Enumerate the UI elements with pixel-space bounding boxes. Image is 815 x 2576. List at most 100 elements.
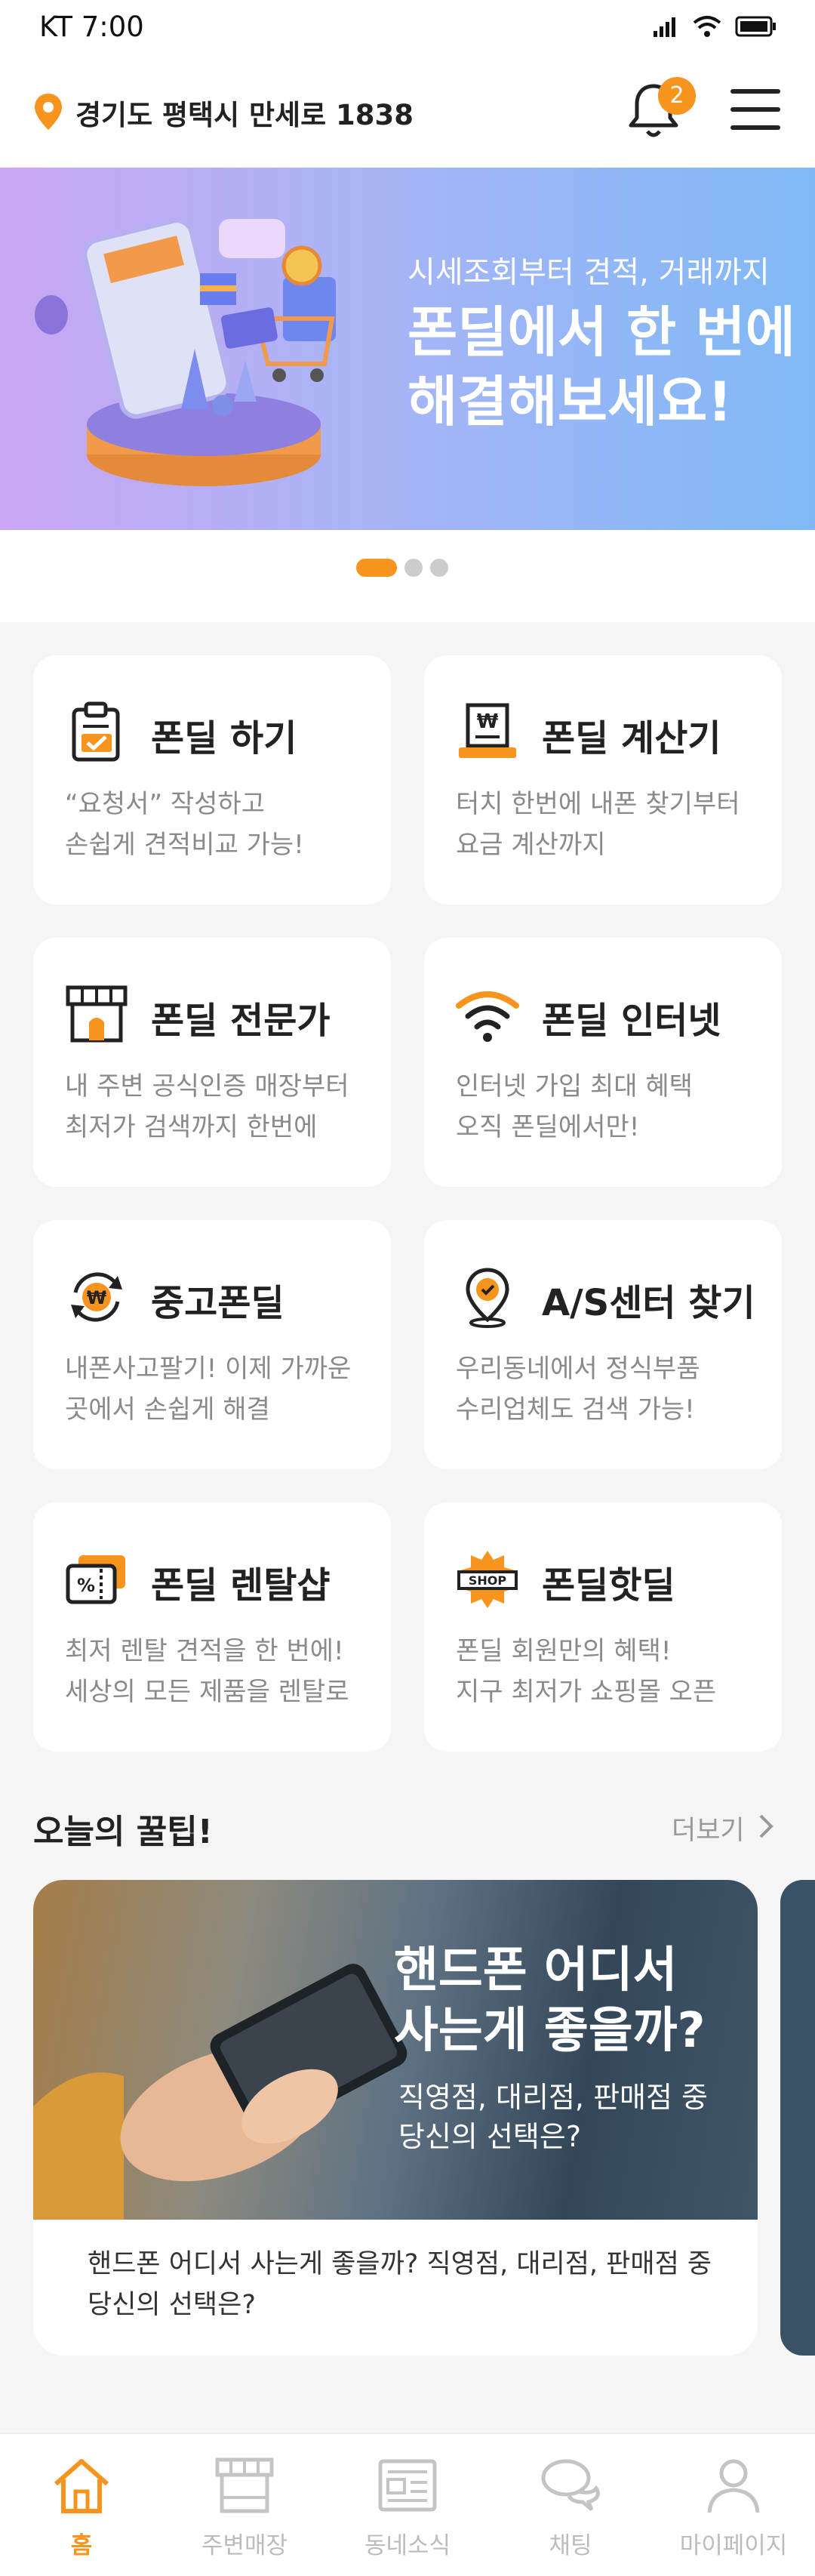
service-card-hotdeal[interactable]: SHOP 폰딜핫딜 폰딜 회원만의 혜택! 지구 최저가 쇼핑몰 오픈 bbox=[424, 1502, 782, 1752]
bottom-navigation: 홈 주변매장 동네소식 채팅 마이페이지 bbox=[0, 2433, 815, 2576]
service-desc-line1: 인터넷 가입 최대 혜택 bbox=[456, 1071, 693, 1102]
tip-image-subtitle: 직영점, 대리점, 판매점 중 당신의 선택은? bbox=[398, 2078, 708, 2156]
home-icon bbox=[54, 2459, 109, 2513]
won-exchange-icon: ₩ bbox=[71, 1272, 122, 1322]
shop-badge-text: SHOP bbox=[469, 1573, 507, 1588]
tips-section-title: 오늘의 꿀팁! bbox=[33, 1813, 213, 1851]
service-desc-line2: 오직 폰딜에서만! bbox=[456, 1112, 640, 1142]
service-title: 폰딜 하기 bbox=[151, 717, 297, 760]
service-card-pondeal[interactable]: 폰딜 하기 “요청서” 작성하고 손쉽게 견적비교 가능! bbox=[33, 655, 391, 904]
service-desc-line1: 폰딜 회원만의 혜택! bbox=[456, 1636, 672, 1666]
promo-banner[interactable]: 시세조회부터 견적, 거래까지 폰딜에서 한 번에 해결해보세요! bbox=[0, 168, 815, 530]
service-title: 중고폰딜 bbox=[151, 1282, 284, 1324]
battery-icon bbox=[735, 16, 776, 37]
service-desc-line1: 내폰사고팔기! 이제 가까운 bbox=[65, 1354, 352, 1384]
chat-icon bbox=[541, 2459, 600, 2511]
carousel-dot-3[interactable] bbox=[430, 559, 448, 577]
nav-chat[interactable]: 채팅 bbox=[489, 2434, 652, 2576]
service-desc-line2: 최저가 검색까지 한번에 bbox=[65, 1112, 318, 1142]
service-card-calculator[interactable]: ₩ 폰딜 계산기 터치 한번에 내폰 찾기부터 요금 계산까지 bbox=[424, 655, 782, 904]
svg-text:%: % bbox=[77, 1575, 95, 1596]
carousel-dot-2[interactable] bbox=[404, 559, 423, 577]
nav-label: 주변매장 bbox=[201, 2532, 288, 2559]
wifi-icon bbox=[456, 991, 519, 1042]
location-pin-icon bbox=[35, 94, 62, 130]
nav-home[interactable]: 홈 bbox=[0, 2434, 163, 2576]
tip-image-sub-line1: 직영점, 대리점, 판매점 중 bbox=[398, 2081, 708, 2114]
status-icons bbox=[654, 15, 777, 38]
newspaper-icon bbox=[378, 2459, 437, 2512]
carrier-time: KT 7:00 bbox=[39, 11, 144, 43]
status-bar: KT 7:00 bbox=[0, 0, 815, 57]
banner-subtitle: 시세조회부터 견적, 거래까지 bbox=[408, 255, 770, 290]
service-desc-line1: “요청서” 작성하고 bbox=[65, 789, 265, 819]
nav-nearby-stores[interactable]: 주변매장 bbox=[163, 2434, 326, 2576]
signal-icon bbox=[654, 17, 675, 37]
store-icon bbox=[215, 2457, 274, 2513]
service-card-used-phone[interactable]: ₩ 중고폰딜 내폰사고팔기! 이제 가까운 곳에서 손쉽게 해결 bbox=[33, 1220, 391, 1469]
hamburger-menu-icon[interactable] bbox=[729, 86, 782, 133]
service-description: 내폰사고팔기! 이제 가까운 곳에서 손쉽게 해결 bbox=[65, 1348, 351, 1430]
tip-image-title-line1: 핸드폰 어디서 bbox=[394, 1943, 678, 1998]
wifi-status-icon bbox=[693, 16, 721, 37]
carousel-indicator-area bbox=[0, 530, 815, 622]
service-title: A/S센터 찾기 bbox=[542, 1282, 755, 1324]
service-desc-line2: 요금 계산까지 bbox=[456, 830, 606, 860]
service-desc-line2: 수리업체도 검색 가능! bbox=[456, 1394, 695, 1425]
service-card-rental[interactable]: % 폰딜 렌탈샵 최저 렌탈 견적을 한 번에! 세상의 모든 제품을 렌탈로 bbox=[33, 1502, 391, 1752]
receipt-icon: ₩ bbox=[459, 703, 516, 758]
banner-title: 폰딜에서 한 번에 해결해보세요! bbox=[408, 297, 795, 436]
service-description: 최저 렌탈 견적을 한 번에! 세상의 모든 제품을 렌탈로 bbox=[65, 1631, 349, 1712]
tip-image-title: 핸드폰 어디서 사는게 좋을까? bbox=[394, 1940, 706, 2061]
clipboard-icon bbox=[72, 701, 120, 762]
service-desc-line2: 손쉽게 견적비교 가능! bbox=[65, 830, 304, 860]
carousel-dot-1[interactable] bbox=[356, 559, 397, 577]
next-tip-card-peek[interactable] bbox=[780, 1880, 815, 2356]
service-desc-line1: 터치 한번에 내폰 찾기부터 bbox=[456, 789, 740, 819]
service-title: 폰딜핫딜 bbox=[542, 1564, 675, 1607]
service-description: 인터넷 가입 최대 혜택 오직 폰딜에서만! bbox=[456, 1066, 693, 1148]
tip-caption: 핸드폰 어디서 사는게 좋을까? 직영점, 대리점, 판매점 중 당신의 선택은… bbox=[88, 2249, 712, 2320]
nav-local-news[interactable]: 동네소식 bbox=[326, 2434, 489, 2576]
service-desc-line2: 세상의 모든 제품을 렌탈로 bbox=[65, 1677, 349, 1707]
coupon-icon: % bbox=[66, 1555, 125, 1604]
service-description: 폰딜 회원만의 혜택! 지구 최저가 쇼핑몰 오픈 bbox=[456, 1631, 716, 1712]
service-desc-line1: 최저 렌탈 견적을 한 번에! bbox=[65, 1636, 344, 1666]
carousel-dots bbox=[356, 559, 448, 577]
service-title: 폰딜 전문가 bbox=[151, 1000, 331, 1042]
banner-title-line2: 해결해보세요! bbox=[408, 370, 733, 433]
svg-text:₩: ₩ bbox=[477, 710, 499, 733]
app-screen: KT 7:00 경기도 평택시 만세로 1838 2 시세조회부터 견적, 거래… bbox=[0, 0, 815, 2576]
nav-label: 홈 bbox=[70, 2532, 93, 2559]
nav-label: 동네소식 bbox=[364, 2532, 451, 2559]
current-location[interactable]: 경기도 평택시 만세로 1838 bbox=[75, 92, 414, 133]
svg-text:₩: ₩ bbox=[87, 1287, 107, 1308]
header: 경기도 평택시 만세로 1838 2 bbox=[0, 57, 815, 168]
location-check-icon bbox=[466, 1268, 509, 1328]
service-desc-line2: 곳에서 손쉽게 해결 bbox=[65, 1394, 270, 1425]
service-card-internet[interactable]: 폰딜 인터넷 인터넷 가입 최대 혜택 오직 폰딜에서만! bbox=[424, 938, 782, 1187]
service-title: 폰딜 계산기 bbox=[542, 717, 721, 760]
chevron-right-icon[interactable] bbox=[758, 1813, 774, 1839]
service-description: 우리동네에서 정식부품 수리업체도 검색 가능! bbox=[456, 1348, 700, 1430]
service-description: 터치 한번에 내폰 찾기부터 요금 계산까지 bbox=[456, 784, 740, 865]
service-description: 내 주변 공식인증 매장부터 최저가 검색까지 한번에 bbox=[65, 1066, 349, 1148]
store-icon bbox=[66, 985, 128, 1043]
service-description: “요청서” 작성하고 손쉽게 견적비교 가능! bbox=[65, 784, 304, 865]
nav-label: 마이페이지 bbox=[679, 2532, 788, 2559]
tips-more-link[interactable]: 더보기 bbox=[672, 1809, 745, 1847]
nav-mypage[interactable]: 마이페이지 bbox=[652, 2434, 815, 2576]
service-desc-line2: 지구 최저가 쇼핑몰 오픈 bbox=[456, 1677, 717, 1707]
user-icon bbox=[707, 2459, 760, 2513]
banner-title-line1: 폰딜에서 한 번에 bbox=[408, 300, 795, 364]
tip-card-image: 핸드폰 어디서 사는게 좋을까? 직영점, 대리점, 판매점 중 당신의 선택은… bbox=[33, 1880, 758, 2220]
service-desc-line1: 우리동네에서 정식부품 bbox=[456, 1354, 700, 1384]
tip-image-title-line2: 사는게 좋을까? bbox=[394, 2003, 706, 2059]
service-desc-line1: 내 주변 공식인증 매장부터 bbox=[65, 1071, 349, 1102]
service-card-as-center[interactable]: A/S센터 찾기 우리동네에서 정식부품 수리업체도 검색 가능! bbox=[424, 1220, 782, 1469]
shopping-phone-illustration bbox=[35, 218, 336, 486]
shop-badge-icon: SHOP bbox=[457, 1551, 518, 1608]
service-card-expert[interactable]: 폰딜 전문가 내 주변 공식인증 매장부터 최저가 검색까지 한번에 bbox=[33, 938, 391, 1187]
service-title: 폰딜 렌탈샵 bbox=[151, 1564, 331, 1607]
tip-card[interactable]: 핸드폰 어디서 사는게 좋을까? 직영점, 대리점, 판매점 중 당신의 선택은… bbox=[33, 1880, 758, 2356]
